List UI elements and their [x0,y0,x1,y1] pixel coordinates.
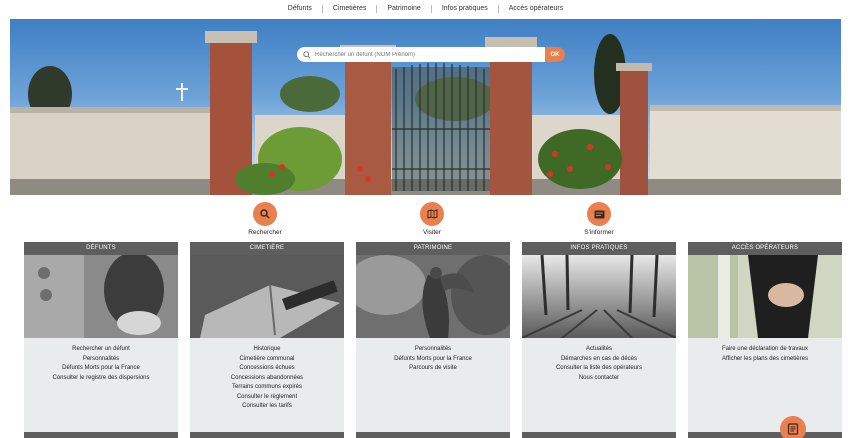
list-item[interactable]: Démarches en cas de décès [522,355,676,365]
nav-defunts[interactable]: Défunts [278,5,323,13]
document-icon [787,423,799,435]
cemetery-gate-illustration [10,31,841,195]
top-nav: Défunts Cimetières Patrimoine Infos prat… [0,0,851,18]
card-links: Rechercher un défunt Personnalités Défun… [24,338,178,383]
list-item[interactable]: Afficher les plans des cimetières [688,355,842,365]
card-defunts: DÉFUNTS Rechercher un défunt Personnalit… [24,242,178,438]
nav-acces-operateurs[interactable]: Accès opérateurs [499,5,573,13]
card-acces-operateurs: ACCÈS OPÉRATEURS Faire une déclaration d… [688,242,842,438]
list-item[interactable]: Consulter le registre des dispersions [24,374,178,384]
card-footer [356,432,510,438]
card-cimetiere: CIMETIÈRE Historique Cimetière communal … [190,242,344,438]
quick-action-label: S'informer [584,229,614,236]
card-image-mourner [24,255,178,338]
document-fab-button[interactable] [780,416,806,438]
card-links: Personnalités Défunts Morts pour la Fran… [356,338,510,374]
card-footer [190,432,344,438]
list-item[interactable]: Consulter le règlement [190,393,344,403]
list-item[interactable]: Actualités [522,345,676,355]
card-footer [24,432,178,438]
list-item[interactable]: Concessions échues [190,364,344,374]
card-links: Actualités Démarches en cas de décès Con… [522,338,676,383]
list-item[interactable]: Consulter la liste des opérateurs [522,364,676,374]
search-box [297,47,545,62]
search-bar: OK [297,47,565,62]
quick-action-label: Rechercher [248,229,282,236]
card-title: INFOS PRATIQUES [522,242,676,255]
search-icon [303,50,311,59]
list-item[interactable]: Défunts Morts pour la France [24,364,178,374]
card-image-forest [522,255,676,338]
card-patrimoine: PATRIMOINE Personnalités Défunts Morts p… [356,242,510,438]
info-card-icon [587,202,611,226]
card-footer [688,432,842,438]
list-item[interactable]: Parcours de visite [356,364,510,374]
card-links: Faire une déclaration de travaux Affiche… [688,338,842,364]
search-icon [253,202,277,226]
list-item[interactable]: Historique [190,345,344,355]
card-image-book [190,255,344,338]
nav-cimetieres[interactable]: Cimetières [323,5,378,13]
card-footer [522,432,676,438]
list-item[interactable]: Concessions abandonnées [190,374,344,384]
card-image-angel-statue [356,255,510,338]
card-title: DÉFUNTS [24,242,178,255]
list-item[interactable]: Nous contacter [522,374,676,384]
quick-action-label: Visiter [423,229,441,236]
list-item[interactable]: Terrains communs expirés [190,383,344,393]
list-item[interactable]: Défunts Morts pour la France [356,355,510,365]
quick-action-rechercher[interactable]: Rechercher [235,202,295,236]
hero-banner [10,19,841,195]
map-icon [420,202,444,226]
nav-patrimoine[interactable]: Patrimoine [377,5,432,13]
search-input[interactable] [315,51,535,58]
list-item[interactable]: Personnalités [356,345,510,355]
list-item[interactable]: Consulter les tarifs [190,402,344,412]
list-item[interactable]: Personnalités [24,355,178,365]
quick-action-visiter[interactable]: Visiter [402,202,462,236]
card-title: ACCÈS OPÉRATEURS [688,242,842,255]
card-links: Historique Cimetière communal Concession… [190,338,344,412]
card-title: CIMETIÈRE [190,242,344,255]
quick-action-sinformer[interactable]: S'informer [569,202,629,236]
list-item[interactable]: Cimetière communal [190,355,344,365]
card-infos-pratiques: INFOS PRATIQUES Actualités Démarches en … [522,242,676,438]
nav-infos-pratiques[interactable]: Infos pratiques [432,5,499,13]
card-image-hands [688,255,842,338]
list-item[interactable]: Rechercher un défunt [24,345,178,355]
search-ok-button[interactable]: OK [545,47,565,62]
card-title: PATRIMOINE [356,242,510,255]
list-item[interactable]: Faire une déclaration de travaux [688,345,842,355]
